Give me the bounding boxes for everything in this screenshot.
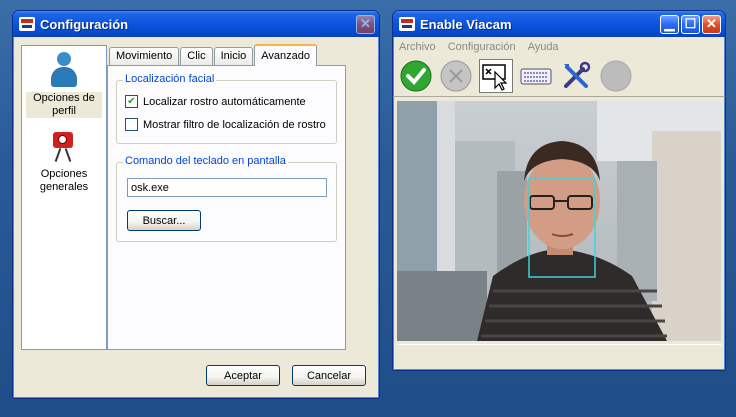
- tab-inicio[interactable]: Inicio: [213, 47, 254, 65]
- tab-clic[interactable]: Clic: [180, 47, 213, 65]
- sidebar-item-profile-options[interactable]: Opciones de perfil: [26, 50, 102, 118]
- accept-button[interactable]: Aceptar: [206, 365, 280, 386]
- viacam-title: Enable Viacam: [420, 16, 512, 32]
- sidebar-item-label: Opciones de perfil: [26, 92, 102, 118]
- app-icon: [399, 17, 415, 31]
- config-title: Configuración: [40, 16, 129, 32]
- tab-movimiento[interactable]: Movimiento: [109, 47, 180, 65]
- keyboard-icon: [520, 68, 552, 85]
- sidebar-item-label: Opciones generales: [39, 168, 89, 193]
- camera-preview: [397, 101, 721, 341]
- checkbox-label: Localizar rostro automáticamente: [143, 95, 306, 108]
- tab-strip: Movimiento Clic Inicio Avanzado: [109, 44, 318, 66]
- advanced-tab-panel: Localización facial ✔ Localizar rostro a…: [107, 65, 346, 350]
- tab-avanzado[interactable]: Avanzado: [254, 44, 318, 66]
- menu-ayuda[interactable]: Ayuda: [528, 41, 559, 53]
- viacam-title-bar[interactable]: Enable Viacam ▁ ☐ ✕: [393, 11, 725, 37]
- menu-configuracion[interactable]: Configuración: [448, 41, 516, 53]
- show-face-filter-checkbox[interactable]: Mostrar filtro de localización de rostro: [125, 118, 326, 131]
- dwell-click-icon: [482, 64, 508, 91]
- configuration-window: Configuración ✕ Opciones de perfil Opcio…: [12, 10, 380, 399]
- cancel-button[interactable]: Cancelar: [292, 365, 366, 386]
- close-icon[interactable]: ✕: [356, 14, 375, 34]
- close-icon[interactable]: ✕: [702, 14, 721, 34]
- maximize-icon[interactable]: ☐: [681, 14, 700, 34]
- check-icon: [400, 60, 432, 92]
- face-localization-group: Localización facial ✔ Localizar rostro a…: [116, 73, 337, 144]
- auto-locate-face-checkbox[interactable]: ✔ Localizar rostro automáticamente: [125, 95, 306, 108]
- sidebar-item-general-options[interactable]: Opciones generales: [26, 128, 102, 194]
- config-title-bar[interactable]: Configuración ✕: [13, 11, 379, 37]
- camera-icon: [47, 130, 81, 164]
- menu-archivo[interactable]: Archivo: [399, 41, 436, 53]
- click-toggle-button[interactable]: [439, 59, 473, 93]
- webcam-frame-image: [397, 101, 721, 341]
- gray-circle-icon: [600, 60, 632, 92]
- tools-icon: [564, 61, 591, 88]
- options-sidebar: Opciones de perfil Opciones generales: [21, 45, 107, 350]
- checkbox-checked-icon[interactable]: ✔: [125, 95, 138, 108]
- keyboard-command-field[interactable]: osk.exe: [127, 178, 327, 197]
- settings-button[interactable]: [559, 59, 593, 93]
- group-legend: Comando del teclado en pantalla: [123, 155, 288, 167]
- toolbar: [393, 56, 725, 97]
- status-indicator[interactable]: [599, 59, 633, 93]
- onscreen-keyboard-group: Comando del teclado en pantalla osk.exe …: [116, 155, 337, 242]
- minimize-icon[interactable]: ▁: [660, 14, 679, 34]
- menu-bar: Archivo Configuración Ayuda: [393, 37, 725, 56]
- checkbox-label: Mostrar filtro de localización de rostro: [143, 118, 326, 131]
- group-legend: Localización facial: [123, 73, 217, 85]
- status-bar: [397, 344, 721, 367]
- keyboard-button[interactable]: [519, 59, 553, 93]
- viacam-window: Enable Viacam ▁ ☐ ✕ Archivo Configuració…: [392, 10, 726, 371]
- app-icon: [19, 17, 35, 31]
- click-disabled-icon: [440, 60, 472, 92]
- browse-button[interactable]: Buscar...: [127, 210, 201, 231]
- enable-tracking-button[interactable]: [399, 59, 433, 93]
- person-icon: [48, 52, 80, 88]
- checkbox-unchecked-icon[interactable]: [125, 118, 138, 131]
- dwell-click-button[interactable]: [479, 59, 513, 93]
